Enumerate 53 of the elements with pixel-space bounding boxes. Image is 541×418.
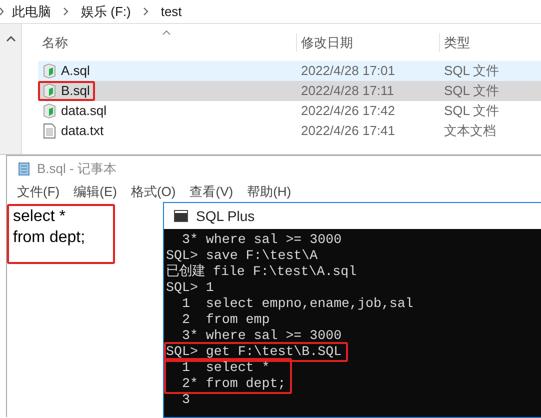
column-header[interactable]: 名称 [38,32,296,52]
console-line: SQL> save F:\test\A [166,248,319,264]
console-line: 3 [180,392,190,408]
chevron-right-icon [142,7,149,16]
file-name: A.sql [61,62,90,80]
sql-file-icon [43,83,56,99]
chevron-right-icon [0,7,4,16]
file-name: data.txt [61,122,104,140]
console-line: 2* from dept; [180,376,286,392]
console-line: 2 from emp [180,312,271,328]
menu-item[interactable]: 格式(O) [130,182,176,202]
scroll-up-icon[interactable] [6,36,16,42]
chevron-right-icon [63,7,69,16]
notepad-icon [17,162,31,176]
column-header[interactable]: 类型 [439,32,539,52]
file-type: 文本文档 [443,122,497,140]
file-date: 2022/4/28 17:01 [300,62,396,80]
menu-item[interactable]: 文件(F) [17,182,60,202]
file-type: SQL 文件 [443,62,500,80]
console-line: 1 select * [180,360,271,376]
text-line: select * [13,207,66,227]
file-date: 2022/4/28 17:11 [300,82,396,100]
breadcrumb-item[interactable]: 娱乐 (F:) [81,2,131,22]
text-file-icon [43,123,56,139]
console-line: SQL> get F:\test\B.SQL [166,344,342,360]
file-type: SQL 文件 [443,82,500,100]
console-icon [174,210,188,222]
console-line: 1 select empno,ename,job,sal [180,296,414,312]
console-line: 3* where sal >= 3000 [180,232,343,248]
file-row[interactable]: data.sql 2022/4/26 17:42 SQL 文件 [38,101,541,121]
console-line: 3* where sal >= 3000 [180,328,343,344]
console-line: SQL> 1 [166,280,215,296]
file-name: B.sql [61,82,90,100]
text-line: from dept; [13,228,86,248]
file-date: 2022/4/26 17:41 [300,122,396,140]
file-row[interactable]: A.sql 2022/4/28 17:01 SQL 文件 [38,61,541,81]
menu-item[interactable]: 查看(V) [190,182,234,202]
sql-file-icon [43,63,56,79]
window-title: B.sql - 记事本 [37,160,116,178]
file-type: SQL 文件 [443,102,500,120]
file-date: 2022/4/26 17:42 [300,102,396,120]
menu-item[interactable]: 帮助(H) [247,182,292,202]
window-title: SQL Plus [196,206,255,226]
file-row[interactable]: B.sql 2022/4/28 17:11 SQL 文件 [38,81,541,101]
console-line: 已创建 file F:\test\A.sql [166,264,358,280]
breadcrumb-item[interactable]: 此电脑 [12,2,51,22]
sql-file-icon [43,103,56,119]
file-row[interactable]: data.txt 2022/4/26 17:41 文本文档 [38,121,541,141]
column-header[interactable]: 修改日期 [296,32,439,52]
menu-item[interactable]: 编辑(E) [74,182,117,202]
breadcrumb-item[interactable]: test [160,2,182,22]
file-name: data.sql [61,102,107,120]
sort-up-icon [162,30,171,35]
